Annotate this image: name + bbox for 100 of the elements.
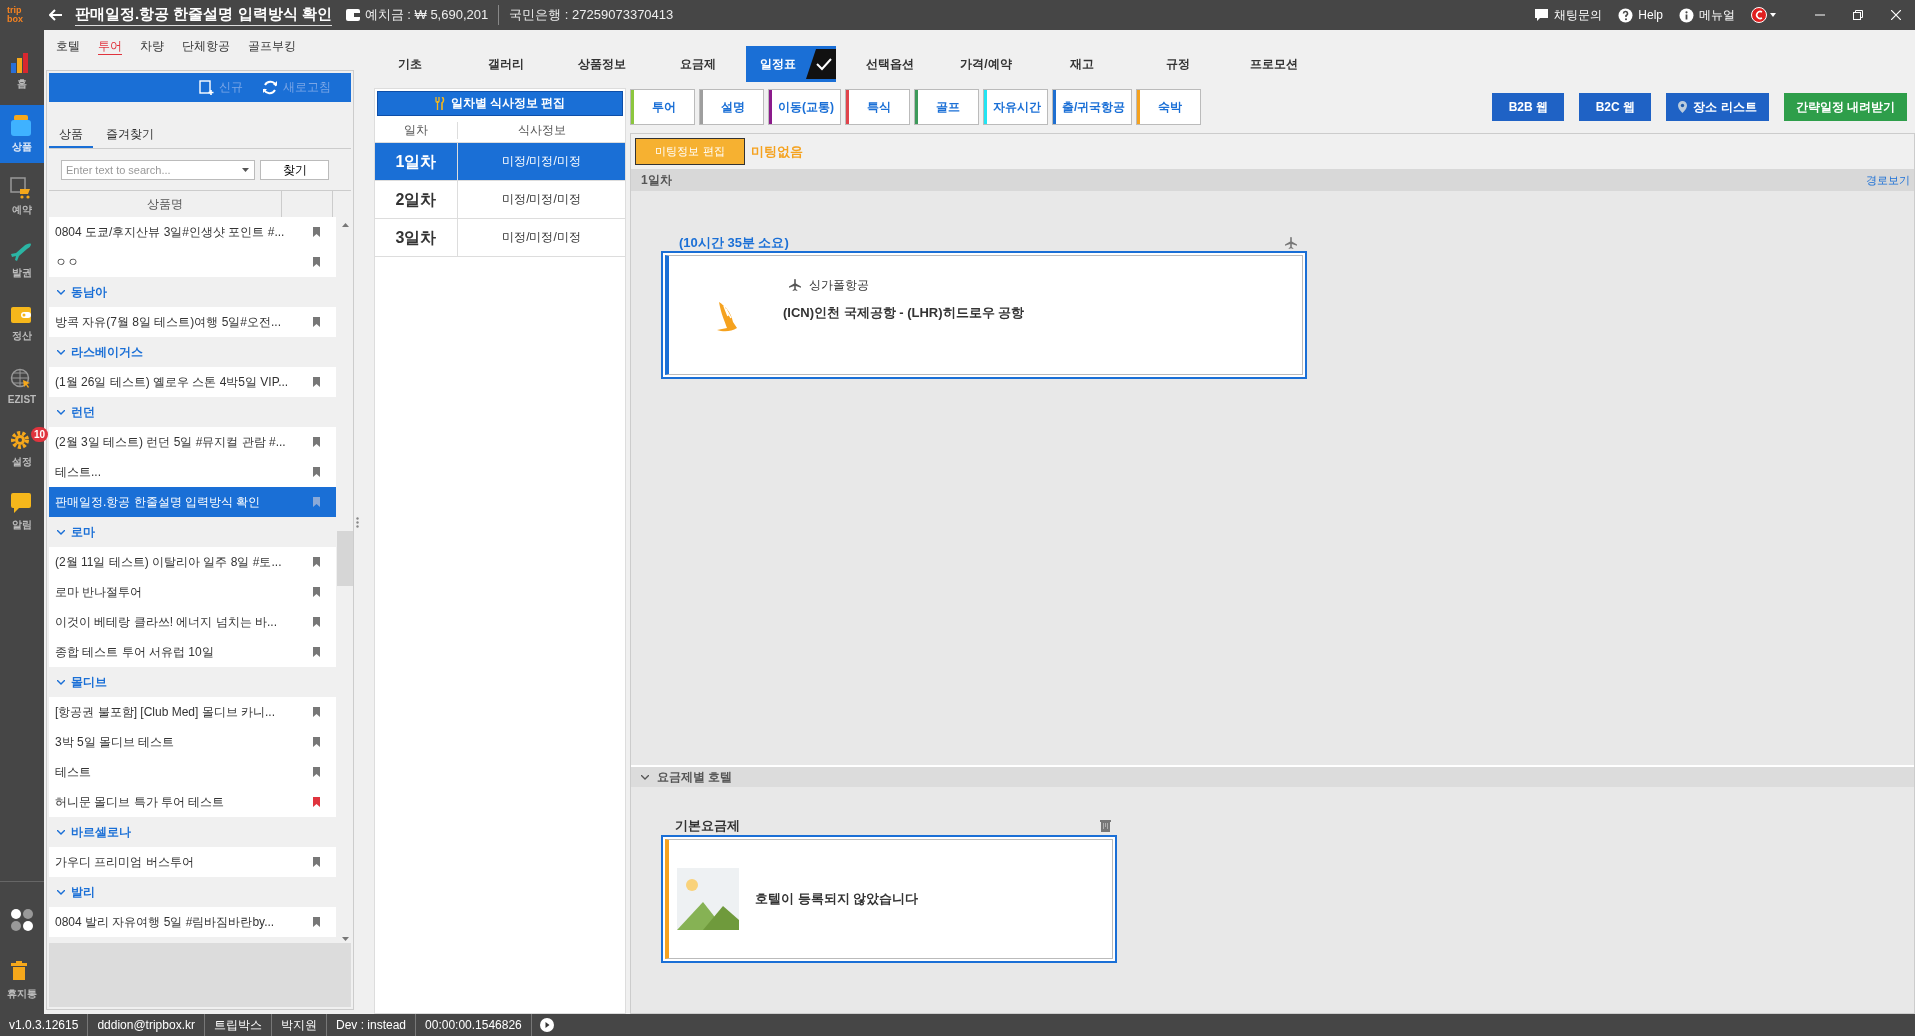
product-row[interactable]: [항공권 불포함] [Club Med] 몰디브 카니... <box>49 697 336 727</box>
bookmark-icon[interactable] <box>313 317 320 327</box>
bookmark-icon[interactable] <box>313 737 320 747</box>
action-button[interactable]: B2B 웹 <box>1492 93 1565 121</box>
product-row[interactable]: 판매일정.항공 한줄설명 입력방식 확인 <box>49 487 336 517</box>
category-button[interactable]: 설명 <box>699 89 764 125</box>
search-button[interactable]: 찾기 <box>260 160 329 180</box>
group-label[interactable]: 라스베이거스 <box>71 343 143 361</box>
product-row[interactable]: 3박 5일 몰디브 테스트 <box>49 727 336 757</box>
back-arrow-icon[interactable] <box>49 9 63 21</box>
list-tab[interactable]: 즐겨찾기 <box>96 122 164 148</box>
product-row[interactable]: 0804 도쿄/후지산뷰 3일#인생샷 포인트 #... <box>49 217 336 247</box>
avatar-icon[interactable] <box>1751 7 1777 23</box>
meal-cell[interactable]: 미정/미정/미정 <box>458 143 625 180</box>
product-row[interactable]: 로마 반나절투어 <box>49 577 336 607</box>
list-tab[interactable]: 상품 <box>49 122 93 148</box>
dropdown-caret-icon[interactable] <box>242 168 249 172</box>
product-row[interactable]: ㅇㅇ <box>49 247 336 277</box>
bookmark-icon[interactable] <box>313 587 320 597</box>
rail-item[interactable]: 홈 <box>0 42 44 100</box>
section-tab[interactable]: 재고 <box>1034 46 1130 82</box>
category-button[interactable]: 이동(교통) <box>768 89 841 125</box>
bookmark-icon[interactable] <box>313 767 320 777</box>
chevron-icon[interactable] <box>57 409 65 415</box>
rail-item[interactable]: 휴지통 <box>0 953 44 1009</box>
action-button[interactable]: B2C 웹 <box>1579 93 1652 121</box>
day-cell[interactable]: 2일차 <box>375 181 458 218</box>
category-button[interactable]: 출/귀국항공 <box>1052 89 1133 125</box>
section-tab[interactable]: 규정 <box>1130 46 1226 82</box>
search-field[interactable]: Enter text to search... <box>61 160 255 180</box>
module-tab[interactable]: 골프부킹 <box>248 38 296 54</box>
bookmark-icon[interactable] <box>313 857 320 867</box>
section-tab[interactable]: 기초 <box>362 46 458 82</box>
product-row[interactable]: (1월 26일 테스트) 옐로우 스톤 4박5일 VIP... <box>49 367 336 397</box>
bookmark-icon[interactable] <box>313 437 320 447</box>
restore-icon[interactable] <box>1853 10 1863 20</box>
close-icon[interactable] <box>1891 10 1901 20</box>
group-label[interactable]: 몰디브 <box>71 673 107 691</box>
group-label[interactable]: 로마 <box>71 523 95 541</box>
section-tab[interactable]: 상품정보 <box>554 46 650 82</box>
bookmark-icon[interactable] <box>313 227 320 237</box>
edit-meals-button[interactable]: 일차별 식사정보 편집 <box>377 91 623 116</box>
bookmark-icon[interactable] <box>313 557 320 567</box>
section-tab[interactable]: 요금제 <box>650 46 746 82</box>
bookmark-icon[interactable] <box>313 377 320 387</box>
day-cell[interactable]: 3일차 <box>375 219 458 256</box>
bookmark-icon[interactable] <box>313 797 320 807</box>
chevron-icon[interactable] <box>57 829 65 835</box>
section-tab[interactable]: 선택옵션 <box>842 46 938 82</box>
module-tab[interactable]: 단체항공 <box>182 38 230 54</box>
product-row[interactable]: 테스트 <box>49 757 336 787</box>
group-label[interactable]: 발리 <box>71 883 95 901</box>
product-row[interactable]: 0804 발리 자유여행 5일 #림바짐바란by... <box>49 907 336 937</box>
splitter-handle-icon[interactable] <box>356 516 359 528</box>
group-label[interactable]: 런던 <box>71 403 95 421</box>
meal-cell[interactable]: 미정/미정/미정 <box>458 181 625 218</box>
bookmark-icon[interactable] <box>313 917 320 927</box>
title-bar-link[interactable]: Help <box>1618 7 1663 23</box>
rail-item[interactable]: 상품 <box>0 105 44 163</box>
category-button[interactable]: 특식 <box>845 89 910 125</box>
product-row[interactable]: 가우디 프리미엄 버스투어 <box>49 847 336 877</box>
section-tab[interactable]: 일정표 <box>746 46 836 82</box>
rail-item[interactable]: 알림 <box>0 483 44 541</box>
day-cell[interactable]: 1일차 <box>375 143 458 180</box>
product-row[interactable]: 허니문 몰디브 특가 투어 테스트 <box>49 787 336 817</box>
play-icon[interactable] <box>539 1018 554 1032</box>
module-tab[interactable]: 차량 <box>140 38 164 54</box>
hotel-card[interactable]: 호텔이 등록되지 않았습니다 <box>661 835 1117 963</box>
category-button[interactable]: 골프 <box>914 89 979 125</box>
group-label[interactable]: 동남아 <box>71 283 107 301</box>
chevron-icon[interactable] <box>57 529 65 535</box>
module-tab[interactable]: 투어 <box>98 38 122 55</box>
chevron-icon[interactable] <box>57 349 65 355</box>
chevron-icon[interactable] <box>57 889 65 895</box>
rail-item[interactable]: 예약 <box>0 168 44 226</box>
chevron-icon[interactable] <box>57 679 65 685</box>
group-label[interactable]: 바르셀로나 <box>71 823 131 841</box>
rail-item[interactable]: 발권 <box>0 231 44 289</box>
product-row[interactable]: 종합 테스트 투어 서유럽 10일 <box>49 637 336 667</box>
bookmark-icon[interactable] <box>313 617 320 627</box>
section-tab[interactable]: 가격/예약 <box>938 46 1034 82</box>
bookmark-icon[interactable] <box>313 707 320 717</box>
title-bar-link[interactable]: 메뉴얼 <box>1679 6 1735 24</box>
route-link[interactable]: 경로보기 <box>1866 172 1910 188</box>
product-row[interactable]: 방콕 자유(7월 8일 테스트)여행 5일#오전... <box>49 307 336 337</box>
flight-card[interactable]: 싱가폴항공 (ICN)인천 국제공항 - (LHR)히드로우 공항 <box>661 251 1307 379</box>
category-button[interactable]: 투어 <box>630 89 695 125</box>
category-button[interactable]: 자유시간 <box>983 89 1048 125</box>
rail-item[interactable]: EZIST <box>0 357 44 415</box>
product-row[interactable]: 이것이 베테랑 클라쓰! 에너지 넘치는 바... <box>49 607 336 637</box>
meal-cell[interactable]: 미정/미정/미정 <box>458 219 625 256</box>
collapse-chevron-icon[interactable] <box>641 774 649 780</box>
product-row[interactable]: 테스트... <box>49 457 336 487</box>
bookmark-icon[interactable] <box>313 467 320 477</box>
scroll-thumb[interactable] <box>337 531 353 586</box>
product-row[interactable]: (2월 3일 테스트) 런던 5일 #뮤지컬 관람 #... <box>49 427 336 457</box>
action-button[interactable]: 장소 리스트 <box>1666 93 1769 121</box>
section-tab[interactable]: 프로모션 <box>1226 46 1322 82</box>
product-row[interactable]: (2월 11일 테스트) 이탈리아 일주 8일 #토... <box>49 547 336 577</box>
category-button[interactable]: 숙박 <box>1136 89 1202 125</box>
